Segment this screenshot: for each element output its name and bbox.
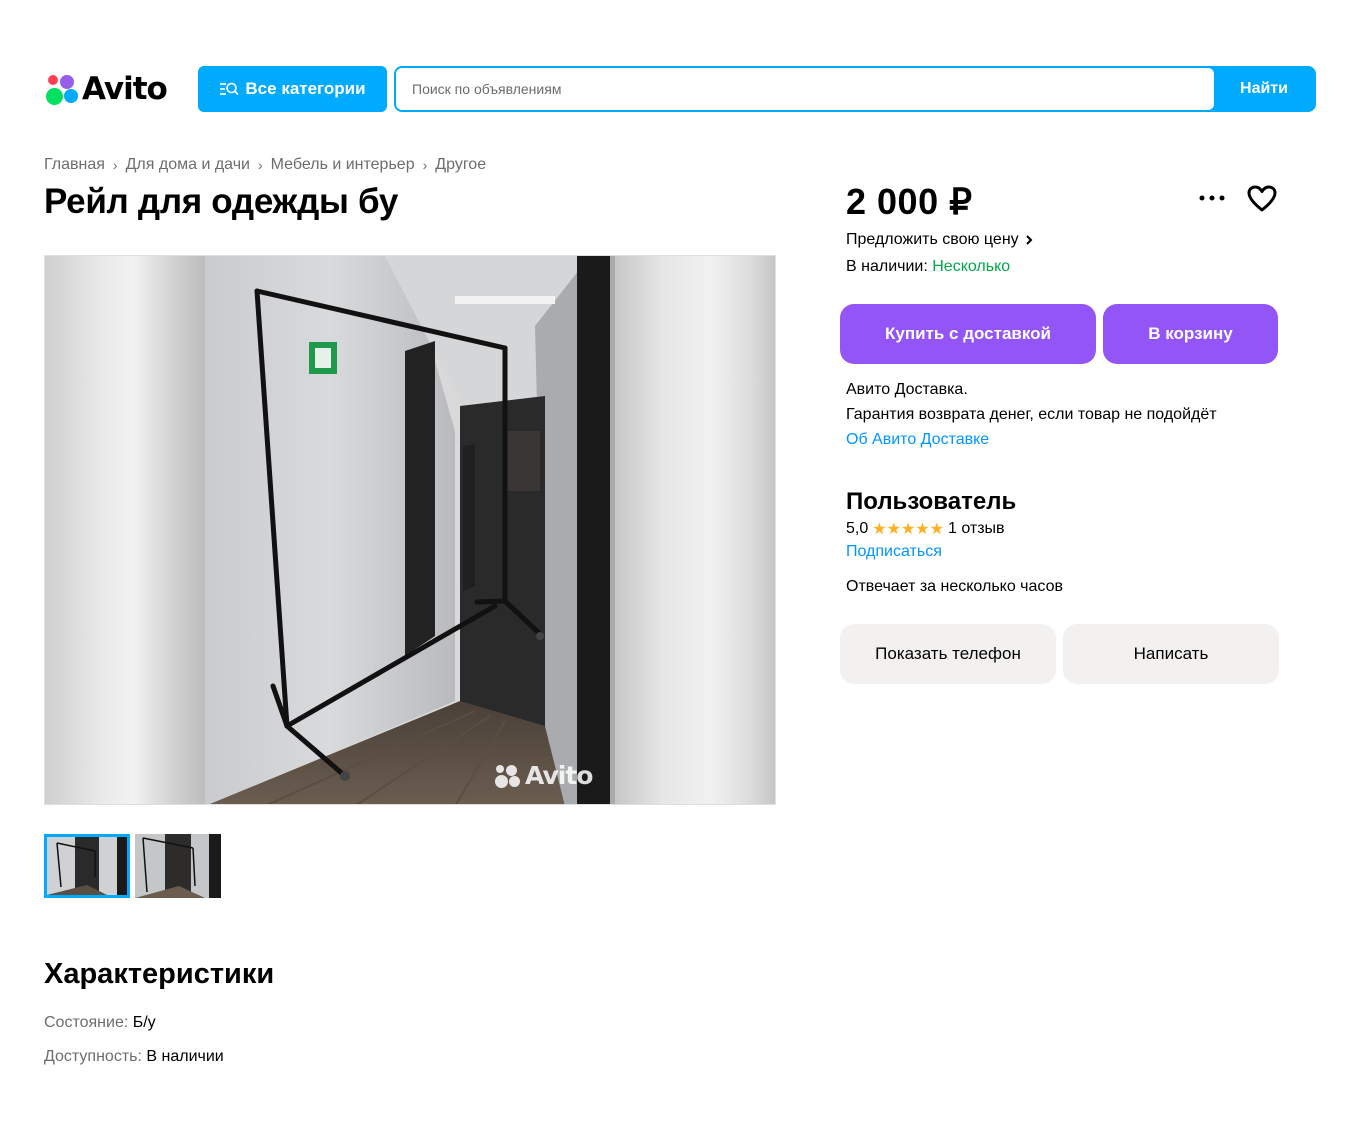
header: Avito Все категории Найти (44, 66, 1316, 112)
chevron-right-icon: › (257, 157, 263, 173)
avito-logo[interactable]: Avito (44, 70, 168, 108)
reviews-link[interactable]: 1 отзыв (948, 520, 1005, 538)
rating-stars-icon: ★★★★★ (872, 521, 944, 538)
stock-value: Несколько (932, 258, 1011, 275)
favorite-heart-icon[interactable] (1246, 184, 1278, 214)
breadcrumb-item-furniture[interactable]: Мебель и интерьер (271, 156, 415, 174)
characteristic-label: Состояние: (44, 1014, 133, 1031)
main-photo[interactable] (205, 256, 615, 804)
thumbnail-1-image (47, 837, 127, 895)
thumbnail-2[interactable] (135, 834, 221, 898)
write-message-button[interactable]: Написать (1063, 624, 1279, 684)
chevron-right-icon (1025, 235, 1033, 245)
search-bar: Найти (394, 66, 1316, 112)
write-message-label: Написать (1133, 644, 1209, 663)
categories-search-icon (220, 82, 240, 96)
all-categories-label: Все категории (245, 79, 366, 98)
search-button[interactable]: Найти (1214, 68, 1314, 110)
about-delivery-link[interactable]: Об Авито Доставке (846, 427, 1217, 452)
watermark-dots-icon (493, 763, 523, 789)
characteristic-label: Доступность: (44, 1048, 147, 1065)
seller-name[interactable]: Пользователь (846, 488, 1016, 516)
gallery-blur-left (45, 256, 205, 804)
logo-dots-icon (44, 72, 80, 106)
breadcrumb-item-other[interactable]: Другое (435, 156, 486, 174)
avito-watermark: Avito (493, 761, 593, 790)
breadcrumb: Главная › Для дома и дачи › Мебель и инт… (44, 156, 486, 174)
more-options-icon[interactable] (1196, 186, 1228, 210)
chevron-right-icon: › (422, 157, 428, 173)
offer-price-link[interactable]: Предложить свою цену (846, 231, 1033, 249)
search-input[interactable] (396, 68, 1214, 110)
reply-time: Отвечает за несколько часов (846, 578, 1063, 595)
show-phone-label: Показать телефон (875, 644, 1021, 663)
stock-status: В наличии: Несколько (846, 258, 1010, 276)
thumbnail-strip (44, 834, 221, 898)
photo-gallery[interactable]: Avito (44, 255, 776, 805)
breadcrumb-item-home-garden[interactable]: Для дома и дачи (126, 156, 250, 174)
page-title: Рейл для одежды бу (44, 182, 399, 221)
characteristics-title: Характеристики (44, 958, 275, 990)
show-phone-button[interactable]: Показать телефон (840, 624, 1056, 684)
thumbnail-1[interactable] (44, 834, 130, 898)
chevron-right-icon: › (112, 157, 118, 173)
characteristic-condition: Состояние: Б/у (44, 1014, 156, 1032)
seller-rating: 5,0 ★★★★★ 1 отзыв (846, 519, 1005, 539)
subscribe-link[interactable]: Подписаться (846, 543, 942, 561)
logo-text: Avito (82, 71, 168, 107)
delivery-info: Авито Доставка. Гарантия возврата денег,… (846, 377, 1217, 452)
gallery-blur-right (615, 256, 775, 804)
all-categories-button[interactable]: Все категории (198, 66, 387, 112)
breadcrumb-item-home[interactable]: Главная (44, 156, 105, 174)
rating-value: 5,0 (846, 520, 869, 537)
stock-label: В наличии: (846, 258, 933, 275)
price: 2 000 ₽ (846, 181, 973, 222)
characteristic-availability: Доступность: В наличии (44, 1048, 224, 1066)
characteristic-value: Б/у (132, 1014, 156, 1031)
add-to-cart-button[interactable]: В корзину (1103, 304, 1278, 364)
delivery-line-2: Гарантия возврата денег, если товар не п… (846, 406, 1217, 423)
buy-with-delivery-label: Купить с доставкой (885, 324, 1051, 343)
clothes-rail-photo (205, 256, 615, 804)
offer-price-label: Предложить свою цену (846, 231, 1019, 248)
add-to-cart-label: В корзину (1148, 324, 1233, 343)
characteristic-value: В наличии (146, 1048, 224, 1065)
delivery-line-1: Авито Доставка. (846, 381, 968, 398)
watermark-text: Avito (525, 761, 593, 790)
buy-with-delivery-button[interactable]: Купить с доставкой (840, 304, 1096, 364)
thumbnail-2-image (135, 834, 221, 898)
